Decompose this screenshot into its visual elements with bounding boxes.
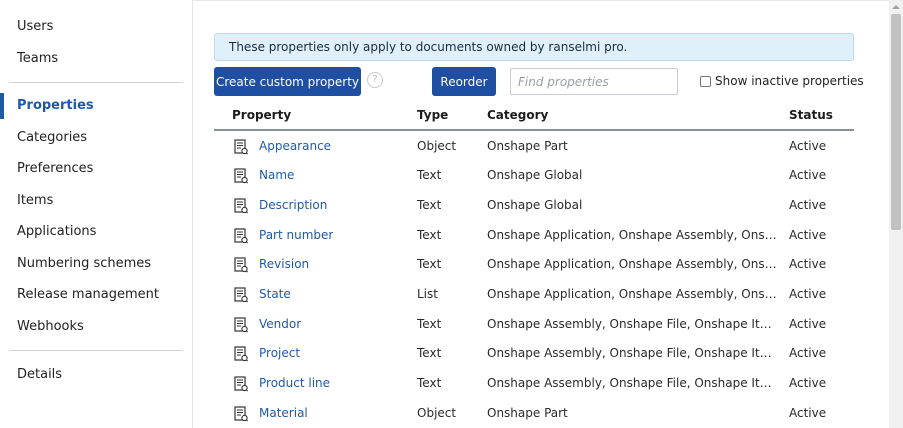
sidebar-item-details[interactable]: Details [0, 362, 192, 388]
help-icon[interactable]: ? [367, 72, 383, 88]
property-category: Onshape Application, Onshape Assembly, O… [487, 287, 777, 301]
property-category: Onshape Application, Onshape Assembly, O… [487, 257, 777, 272]
sidebar-item-numbering-schemes[interactable]: Numbering schemes [0, 251, 192, 277]
property-type: Text [417, 376, 442, 391]
sidebar-divider [9, 350, 183, 351]
scrollbar-thumb[interactable] [891, 14, 901, 230]
property-name-link[interactable]: Revision [259, 250, 309, 279]
property-status: Active [789, 168, 827, 183]
table-row[interactable]: Product line Text Onshape Assembly, Onshap… [214, 369, 854, 399]
property-type: Object [417, 405, 457, 420]
sidebar-divider [9, 82, 183, 83]
reorder-button[interactable]: Reorder [432, 67, 496, 96]
property-category: Onshape Part [487, 138, 568, 153]
sidebar-item-applications[interactable]: Applications [0, 219, 192, 245]
vertical-scrollbar[interactable] [889, 0, 903, 428]
sidebar-item-properties[interactable]: Properties [0, 93, 192, 119]
property-category: Onshape Application, Onshape Assembly, O… [487, 227, 777, 242]
sidebar-item-teams[interactable]: Teams [0, 46, 192, 72]
table-header: Property Type Category Status [214, 104, 854, 131]
property-category: Onshape Assembly, Onshape File, Onshape … [487, 316, 777, 331]
sidebar-item-release-management[interactable]: Release management [0, 282, 192, 308]
table-row[interactable]: State List Onshape Application, Onshape As… [214, 280, 854, 310]
property-document-icon [234, 227, 248, 244]
property-type: Text [417, 316, 442, 331]
table-row[interactable]: Vendor Text Onshape Assembly, Onshape File… [214, 310, 854, 340]
property-name-link[interactable]: Part number [259, 221, 333, 250]
column-header-type[interactable]: Type [417, 108, 448, 122]
property-name-link[interactable]: Description [259, 191, 327, 220]
property-document-icon [234, 317, 248, 333]
property-status: Active [789, 346, 827, 361]
sidebar: Users Teams Properties Categories Prefer… [0, 0, 193, 428]
property-category: Onshape Global [487, 197, 583, 212]
property-type: Text [417, 197, 442, 212]
table-row[interactable]: Appearance Object Onshape Part Active [214, 132, 854, 162]
show-inactive-toggle[interactable]: Show inactive properties [700, 73, 864, 89]
property-status: Active [789, 287, 827, 301]
property-type: List [417, 287, 438, 301]
property-name-link[interactable]: Product line [259, 369, 330, 398]
property-document-icon [234, 346, 248, 362]
column-header-status[interactable]: Status [789, 108, 833, 122]
info-banner: These properties only apply to documents… [214, 33, 854, 61]
property-type: Object [417, 138, 457, 153]
property-type: Text [417, 346, 442, 361]
property-name-link[interactable]: Appearance [259, 132, 331, 161]
app-root: Users Teams Properties Categories Prefer… [0, 0, 903, 428]
table-row[interactable]: Project Text Onshape Assembly, Onshape Fil… [214, 339, 854, 369]
table-row[interactable]: Material Object Onshape Part Active [214, 399, 854, 428]
column-header-property[interactable]: Property [232, 108, 291, 122]
property-document-icon [234, 138, 248, 154]
property-document-icon [234, 287, 248, 303]
scroll-up-arrow-icon[interactable] [889, 2, 903, 12]
property-status: Active [789, 138, 827, 153]
property-name-link[interactable]: State [259, 280, 291, 309]
property-name-link[interactable]: Vendor [259, 310, 301, 339]
column-header-category[interactable]: Category [487, 108, 548, 122]
property-document-icon [234, 198, 248, 214]
sidebar-item-webhooks[interactable]: Webhooks [0, 314, 192, 340]
sidebar-item-items[interactable]: Items [0, 188, 192, 214]
show-inactive-checkbox[interactable] [700, 75, 711, 87]
property-name-link[interactable]: Material [259, 399, 308, 428]
top-border [193, 0, 889, 1]
property-status: Active [789, 316, 827, 331]
property-category: Onshape Global [487, 168, 583, 183]
sidebar-item-categories[interactable]: Categories [0, 125, 192, 151]
create-custom-property-button[interactable]: Create custom property [214, 67, 361, 96]
property-category: Onshape Assembly, Onshape File, Onshape … [487, 346, 777, 361]
property-type: Text [417, 227, 442, 242]
table-row[interactable]: Name Text Onshape Global Active [214, 161, 854, 191]
sidebar-item-users[interactable]: Users [0, 14, 192, 40]
property-category: Onshape Assembly, Onshape File, Onshape … [487, 376, 777, 391]
property-type: Text [417, 257, 442, 272]
find-properties-input[interactable] [510, 68, 678, 95]
property-document-icon [234, 257, 248, 273]
show-inactive-label[interactable]: Show inactive properties [715, 74, 864, 88]
property-status: Active [789, 227, 827, 242]
property-status: Active [789, 197, 827, 212]
table-row[interactable]: Description Text Onshape Global Active [214, 191, 854, 221]
property-name-link[interactable]: Project [259, 339, 300, 368]
property-name-link[interactable]: Name [259, 161, 294, 190]
property-document-icon [234, 406, 248, 422]
property-document-icon [234, 376, 248, 392]
property-document-icon [234, 168, 248, 184]
sidebar-item-preferences[interactable]: Preferences [0, 156, 192, 182]
property-status: Active [789, 405, 827, 420]
table-row[interactable]: Revision Text Onshape Application, Onshape… [214, 250, 854, 280]
property-category: Onshape Part [487, 405, 568, 420]
property-status: Active [789, 376, 827, 391]
table-row[interactable]: Part number Text Onshape Application, Onsh… [214, 221, 854, 251]
property-status: Active [789, 257, 827, 272]
property-type: Text [417, 168, 442, 183]
